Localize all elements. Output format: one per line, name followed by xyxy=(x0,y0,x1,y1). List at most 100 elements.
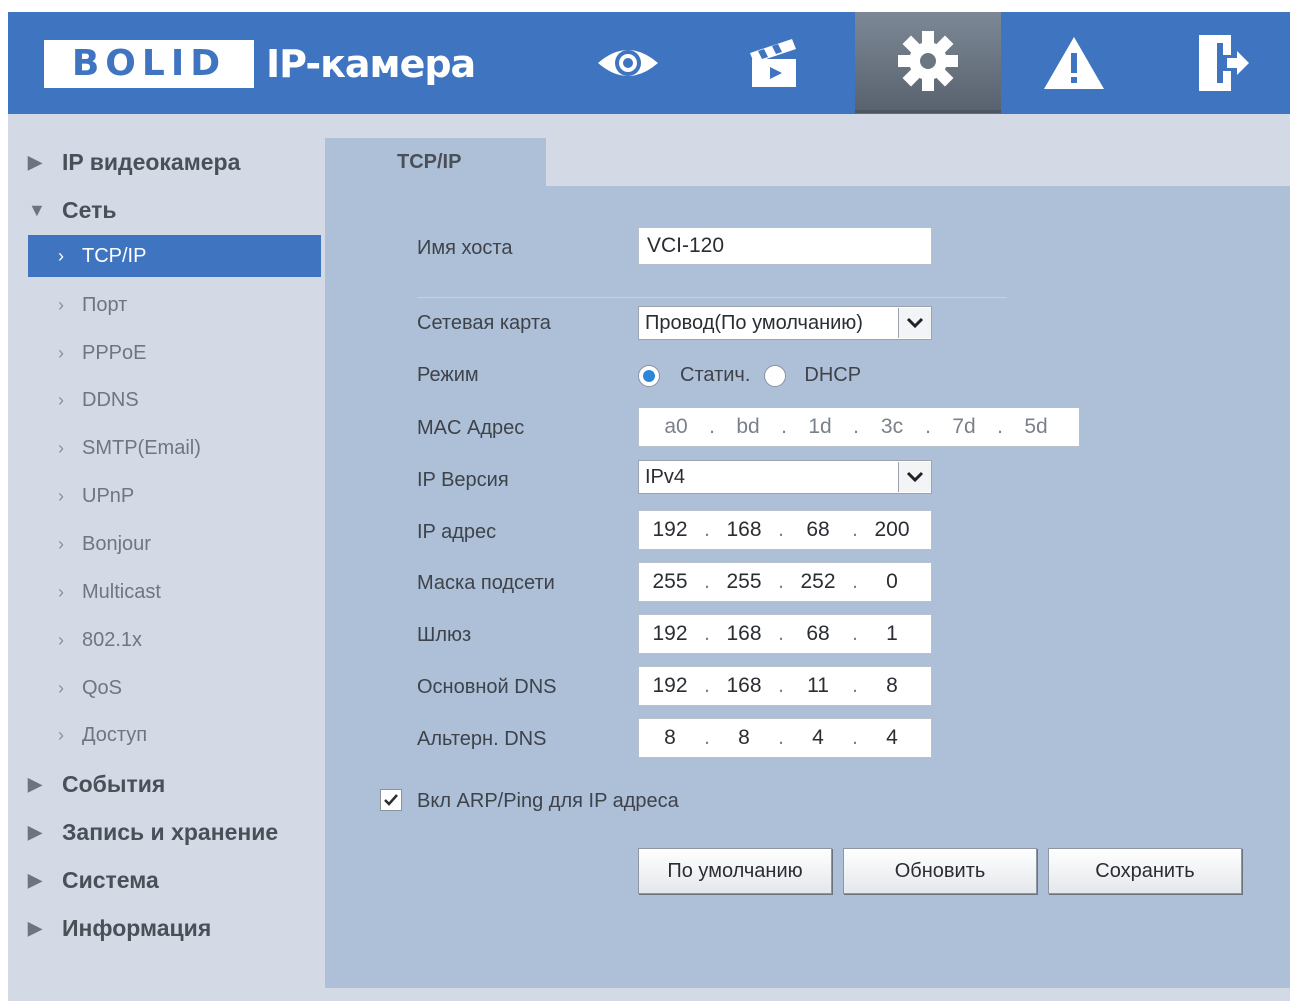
sidebar-item-label: Порт xyxy=(82,293,128,316)
chevron-right-icon: › xyxy=(58,533,64,554)
logout-icon xyxy=(1199,35,1249,91)
mac-separator: . xyxy=(853,415,859,438)
ip-address-input[interactable]: 192. 168. 68. 200 xyxy=(638,510,932,550)
gateway-input[interactable]: 192. 168. 68. 1 xyxy=(638,614,932,654)
sidebar-item-pppoe[interactable]: › PPPoE xyxy=(28,333,321,373)
nic-select[interactable]: Провод(По умолчанию) xyxy=(638,306,932,340)
dns-alt-input[interactable]: 8. 8. 4. 4 xyxy=(638,718,932,758)
ip-octet[interactable]: 192 xyxy=(639,674,701,698)
sidebar-section-ip-camera[interactable]: ▶ IP видеокамера xyxy=(28,142,240,182)
sidebar-item-tcpip[interactable]: › TCP/IP xyxy=(28,235,321,277)
ip-octet[interactable]: 8 xyxy=(639,726,701,750)
expand-arrow-icon: ▶ xyxy=(28,773,42,794)
ip-octet[interactable]: 4 xyxy=(787,726,849,750)
chevron-down-icon xyxy=(898,462,931,492)
ip-version-value: IPv4 xyxy=(645,465,686,488)
sidebar-item-upnp[interactable]: › UPnP xyxy=(28,476,321,516)
ip-separator: . xyxy=(778,726,784,749)
ip-octet[interactable]: 0 xyxy=(861,570,923,594)
ip-separator: . xyxy=(778,674,784,697)
ip-octet[interactable]: 168 xyxy=(713,622,775,646)
ip-separator: . xyxy=(852,622,858,645)
ip-separator: . xyxy=(852,518,858,541)
sidebar-section-storage[interactable]: ▶ Запись и хранение xyxy=(28,812,278,852)
mode-label: Режим xyxy=(417,364,479,386)
ip-octet[interactable]: 168 xyxy=(713,518,775,542)
sidebar-section-system[interactable]: ▶ Система xyxy=(28,860,159,900)
dns-alt-label: Альтерн. DNS xyxy=(417,728,547,750)
ip-octet[interactable]: 1 xyxy=(861,622,923,646)
ip-octet[interactable]: 11 xyxy=(787,674,849,698)
ip-octet[interactable]: 68 xyxy=(787,518,849,542)
mac-segment: 3c xyxy=(880,415,904,438)
chevron-right-icon: › xyxy=(58,437,64,458)
gateway-label: Шлюз xyxy=(417,624,472,646)
settings-panel: TCP/IP Имя хоста VCI-120 Сетевая карта П… xyxy=(325,138,1290,988)
sidebar-item-multicast[interactable]: › Multicast xyxy=(28,572,321,612)
mac-segment: 5d xyxy=(1024,415,1048,438)
subnet-mask-input[interactable]: 255. 255. 252. 0 xyxy=(638,562,932,602)
top-header: BOLID IP-камера xyxy=(8,12,1290,114)
sidebar-item-label: UPnP xyxy=(82,484,135,507)
hostname-input[interactable]: VCI-120 xyxy=(638,227,932,265)
chevron-right-icon: › xyxy=(58,629,64,650)
mac-address-field: a0. bd. 1d. 3c. 7d. 5d xyxy=(638,407,1080,447)
mac-segment: 7d xyxy=(952,415,976,438)
save-button[interactable]: Сохранить xyxy=(1048,848,1242,894)
ip-octet[interactable]: 168 xyxy=(713,674,775,698)
ip-separator: . xyxy=(778,622,784,645)
ip-octet[interactable]: 4 xyxy=(861,726,923,750)
ip-octet[interactable]: 255 xyxy=(639,570,701,594)
expand-arrow-icon: ▶ xyxy=(28,917,42,938)
ip-version-select[interactable]: IPv4 xyxy=(638,460,932,494)
sidebar-item-8021x[interactable]: › 802.1x xyxy=(28,620,321,660)
sidebar-section-network[interactable]: ▼ Сеть xyxy=(28,190,117,230)
nav-playback-button[interactable] xyxy=(701,12,847,114)
radio-static[interactable] xyxy=(638,364,660,387)
nav-settings-button[interactable] xyxy=(855,12,1001,113)
nav-logout-button[interactable] xyxy=(1146,12,1290,114)
ip-separator: . xyxy=(704,674,710,697)
arp-ping-label: Вкл ARP/Ping для IP адреса xyxy=(417,790,679,812)
tab-tcpip[interactable]: TCP/IP xyxy=(325,138,546,186)
tab-bar: TCP/IP xyxy=(325,138,1290,186)
sidebar-item-port[interactable]: › Порт xyxy=(28,285,321,325)
default-button[interactable]: По умолчанию xyxy=(638,848,832,894)
chevron-right-icon: › xyxy=(58,485,64,506)
sidebar-section-label: Запись и хранение xyxy=(62,818,279,845)
dns-primary-input[interactable]: 192. 168. 11. 8 xyxy=(638,666,932,706)
arp-ping-checkbox[interactable] xyxy=(380,789,402,811)
chevron-right-icon: › xyxy=(58,724,64,745)
expand-arrow-icon: ▶ xyxy=(28,869,42,890)
sidebar-item-label: Multicast xyxy=(82,580,161,603)
mac-separator: . xyxy=(781,415,787,438)
ip-separator: . xyxy=(704,518,710,541)
ip-octet[interactable]: 8 xyxy=(861,674,923,698)
ip-octet[interactable]: 192 xyxy=(639,518,701,542)
eye-icon xyxy=(598,50,658,76)
nav-alarm-button[interactable] xyxy=(1001,12,1147,114)
sidebar-item-ddns[interactable]: › DDNS xyxy=(28,380,321,420)
sidebar-section-label: Сеть xyxy=(62,196,117,223)
ip-octet[interactable]: 8 xyxy=(713,726,775,750)
ip-separator: . xyxy=(852,726,858,749)
sidebar-section-info[interactable]: ▶ Информация xyxy=(28,908,211,948)
ip-octet[interactable]: 192 xyxy=(639,622,701,646)
radio-dhcp[interactable] xyxy=(764,364,787,387)
radio-static-label: Статич. xyxy=(680,364,751,386)
ip-separator: . xyxy=(852,674,858,697)
nav-live-view-button[interactable] xyxy=(555,12,701,114)
chevron-right-icon: › xyxy=(58,581,64,602)
dns-primary-label: Основной DNS xyxy=(417,676,557,698)
ip-octet[interactable]: 200 xyxy=(861,518,923,542)
ip-octet[interactable]: 255 xyxy=(713,570,775,594)
refresh-button[interactable]: Обновить xyxy=(843,848,1037,894)
sidebar-item-bonjour[interactable]: › Bonjour xyxy=(28,524,321,564)
sidebar-item-access[interactable]: › Доступ xyxy=(28,715,321,755)
expand-arrow-icon: ▶ xyxy=(28,151,42,172)
ip-octet[interactable]: 68 xyxy=(787,622,849,646)
ip-octet[interactable]: 252 xyxy=(787,570,849,594)
sidebar-section-events[interactable]: ▶ События xyxy=(28,764,165,804)
sidebar-item-smtp[interactable]: › SMTP(Email) xyxy=(28,428,321,468)
sidebar-item-qos[interactable]: › QoS xyxy=(28,668,321,708)
